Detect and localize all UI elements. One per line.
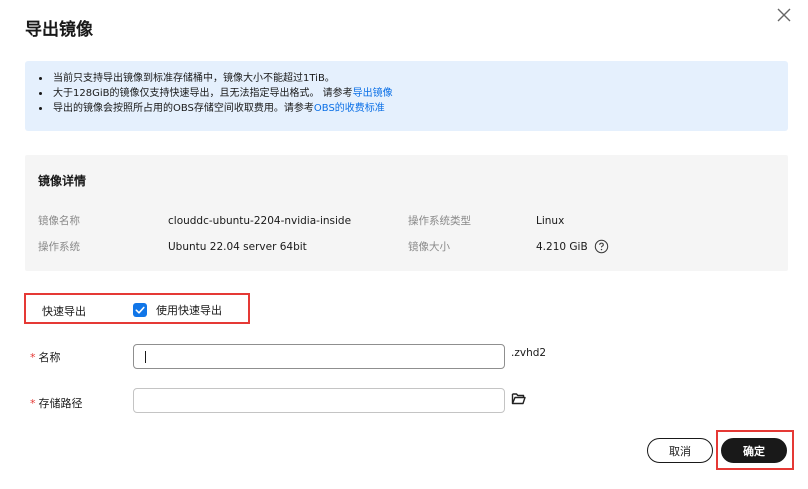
image-size-label: 镜像大小 (408, 241, 450, 253)
dialog-title: 导出镜像 (25, 20, 93, 40)
text-caret (145, 351, 146, 363)
cancel-button[interactable]: 取消 (647, 438, 713, 463)
fast-export-label: 快速导出 (42, 305, 86, 318)
required-mark: * (30, 397, 36, 410)
name-suffix: .zvhd2 (511, 347, 547, 359)
export-image-link[interactable]: 导出镜像 (353, 88, 393, 99)
os-label: 操作系统 (38, 241, 80, 253)
ok-button[interactable]: 确定 (721, 438, 787, 463)
close-icon[interactable] (773, 4, 795, 26)
os-value: Ubuntu 22.04 server 64bit (168, 241, 307, 253)
storage-path-label-text: 存储路径 (38, 397, 83, 410)
os-type-label: 操作系统类型 (408, 215, 471, 227)
notice-text-1: 当前只支持导出镜像到标准存储桶中，镜像大小不能超过1TiB。 (53, 73, 335, 84)
notice-item: 导出的镜像会按照所占用的OBS存储空间收取费用。请参考OBS的收费标准 (37, 101, 788, 116)
image-size-value: 4.210 GiB (536, 241, 588, 253)
notice-box: 当前只支持导出镜像到标准存储桶中，镜像大小不能超过1TiB。 大于128GiB的… (25, 61, 788, 131)
details-title: 镜像详情 (38, 174, 87, 188)
fast-export-checkbox-label[interactable]: 使用快速导出 (156, 302, 222, 318)
question-circle-icon[interactable] (594, 239, 609, 254)
obs-pricing-link[interactable]: OBS的收费标准 (314, 103, 385, 114)
folder-open-icon[interactable] (511, 391, 526, 406)
notice-item: 当前只支持导出镜像到标准存储桶中，镜像大小不能超过1TiB。 (37, 71, 788, 86)
name-label-text: 名称 (38, 351, 61, 364)
image-name-value: clouddc-ubuntu-2204-nvidia-inside (168, 215, 352, 227)
image-details-panel: 镜像详情 镜像名称 clouddc-ubuntu-2204-nvidia-ins… (25, 155, 788, 271)
fast-export-checkbox[interactable] (133, 303, 147, 317)
notice-text-2: 大于128GiB的镜像仅支持快速导出，且无法指定导出格式。 请参考 (53, 88, 353, 99)
storage-path-field-label: * 存储路径 (30, 395, 83, 411)
image-name-label: 镜像名称 (38, 215, 80, 227)
name-field-label: * 名称 (30, 349, 61, 365)
export-image-dialog: 导出镜像 当前只支持导出镜像到标准存储桶中，镜像大小不能超过1TiB。 大于12… (0, 0, 808, 489)
storage-path-input[interactable] (133, 388, 505, 413)
required-mark: * (30, 351, 36, 364)
notice-text-3: 导出的镜像会按照所占用的OBS存储空间收取费用。请参考 (53, 103, 314, 114)
notice-item: 大于128GiB的镜像仅支持快速导出，且无法指定导出格式。 请参考导出镜像 (37, 86, 788, 101)
os-type-value: Linux (536, 215, 565, 227)
name-input[interactable] (133, 344, 505, 369)
